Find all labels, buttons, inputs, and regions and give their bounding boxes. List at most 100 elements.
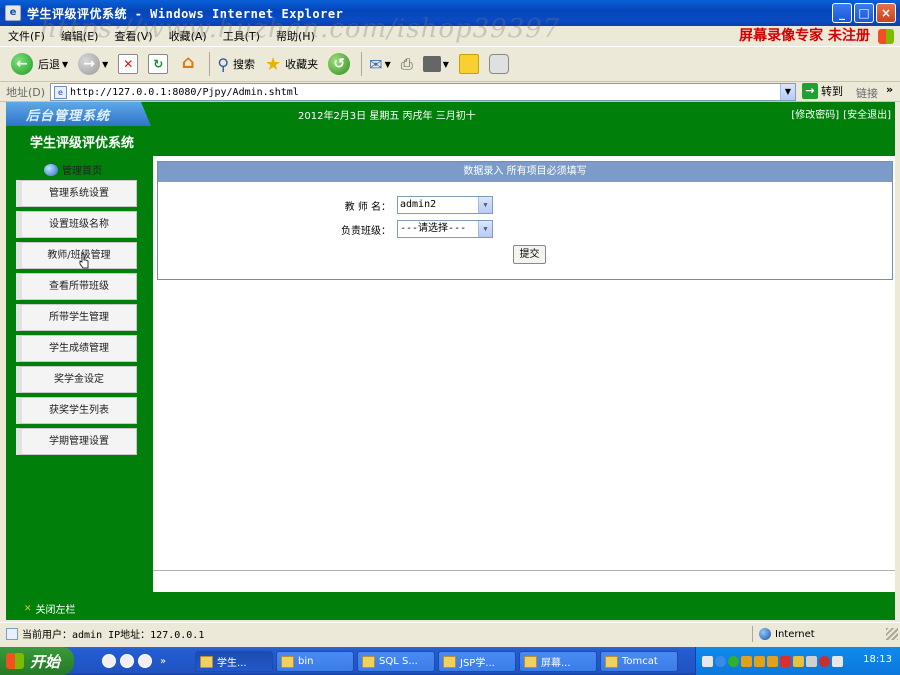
page-icon: e	[54, 85, 67, 99]
sidebar-item-class-names[interactable]: 设置班级名称	[16, 211, 137, 238]
security-tray-icon[interactable]	[819, 655, 830, 667]
back-button[interactable]: ← 后退 ▼	[8, 50, 71, 78]
class-row: 负责班级： ---请选择--- ▼	[331, 220, 493, 238]
menu-file[interactable]: 文件(F)	[0, 27, 53, 46]
qq-icon[interactable]	[767, 655, 778, 667]
history-icon: ↺	[328, 53, 351, 75]
hand-cursor-icon	[79, 253, 89, 269]
edit-icon	[422, 56, 441, 72]
links-button[interactable]: 链接	[856, 85, 878, 101]
chevron-down-icon[interactable]: ▼	[780, 84, 795, 100]
maximize-button[interactable]: □	[854, 3, 874, 23]
sidebar-home-link[interactable]: 管理首页	[44, 162, 102, 177]
window-title: 学生评级评优系统 - Windows Internet Explorer	[27, 6, 344, 21]
clock: 18:13	[863, 654, 892, 665]
resize-grip-icon[interactable]	[886, 628, 898, 640]
forward-button[interactable]: → ▼	[75, 50, 111, 78]
refresh-icon: ↻	[148, 54, 169, 74]
menu-help[interactable]: 帮助(H)	[268, 27, 323, 46]
task-button-sql[interactable]: SQL S...	[357, 651, 435, 672]
address-bar: 地址(D) e http://127.0.0.1:8080/Pjpy/Admin…	[0, 82, 900, 102]
qq-icon[interactable]	[741, 655, 752, 667]
sidebar-item-semester[interactable]: 学期管理设置	[16, 428, 137, 455]
task-button-bin[interactable]: bin	[276, 651, 354, 672]
windows-flag-icon	[878, 29, 894, 44]
start-button[interactable]: 开始	[0, 647, 74, 675]
menu-edit[interactable]: 编辑(E)	[53, 27, 107, 46]
home-icon	[44, 163, 58, 176]
window-titlebar: e 学生评级评优系统 - Windows Internet Explorer _…	[0, 0, 900, 26]
sidebar-item-teacher-class[interactable]: 教师/班级管理	[16, 242, 137, 269]
sidebar-item-grades[interactable]: 学生成绩管理	[16, 335, 137, 362]
chevron-down-icon: ▼	[478, 221, 492, 237]
edit-button[interactable]: ▼	[420, 50, 452, 78]
red-tray-icon[interactable]	[780, 655, 791, 667]
quick-launch-icon[interactable]	[138, 654, 152, 668]
sidebar-item-system-settings[interactable]: 管理系统设置	[16, 180, 137, 207]
teacher-select[interactable]: admin2 ▼	[397, 196, 493, 214]
sidebar-item-students[interactable]: 所带学生管理	[16, 304, 137, 331]
note-icon	[458, 54, 479, 74]
task-button-jsp[interactable]: JSP学...	[438, 651, 516, 672]
task-button-ie[interactable]: 学生...	[195, 651, 273, 672]
toolbar-separator	[209, 52, 211, 76]
home-button[interactable]: ⌂	[175, 50, 201, 78]
keyboard-icon[interactable]	[702, 655, 713, 667]
date-text: 2012年2月3日 星期五 丙戌年 三月初十	[298, 111, 476, 122]
folder-icon	[281, 655, 294, 668]
network-icon[interactable]	[715, 655, 726, 667]
teacher-select-value: admin2	[400, 199, 437, 210]
status-bar: 当前用户：admin IP地址：127.0.0.1 Internet	[0, 622, 900, 644]
messenger-button[interactable]	[486, 50, 512, 78]
printer-icon: ⎙	[400, 55, 413, 73]
class-label: 负责班级：	[341, 225, 391, 237]
back-arrow-icon: ←	[11, 53, 33, 75]
globe-icon	[759, 628, 771, 640]
system-title: 学生评级评优系统	[30, 136, 135, 151]
task-button-recorder[interactable]: 屏幕...	[519, 651, 597, 672]
qq-icon[interactable]	[754, 655, 765, 667]
sidebar-item-scholarship[interactable]: 奖学金设定	[16, 366, 137, 393]
task-label: Tomcat	[622, 656, 658, 667]
task-label: 屏幕...	[541, 658, 571, 669]
tray-app-icon[interactable]	[793, 655, 804, 667]
links-more-button[interactable]: »	[886, 83, 893, 96]
tray-app-icon[interactable]	[806, 655, 817, 667]
quick-launch-icon[interactable]	[120, 654, 134, 668]
quick-launch-icon[interactable]	[102, 654, 116, 668]
folder-icon	[524, 655, 537, 668]
refresh-button[interactable]: ↻	[145, 50, 171, 78]
logout-link[interactable]: [安全退出]	[843, 106, 891, 121]
change-password-link[interactable]: [修改密码]	[791, 106, 839, 121]
sidebar-item-view-classes[interactable]: 查看所带班级	[16, 273, 137, 300]
submit-button[interactable]: 提交	[513, 245, 546, 264]
menu-tools[interactable]: 工具(T)	[215, 27, 268, 46]
mail-button[interactable]: ✉ ▼	[366, 50, 394, 78]
history-button[interactable]: ↺	[325, 50, 353, 78]
close-sidebar-link[interactable]: ✕ 关闭左栏	[24, 601, 76, 617]
quick-launch: »	[102, 654, 166, 668]
menu-favorites[interactable]: 收藏(A)	[161, 27, 215, 46]
sidebar-item-award-list[interactable]: 获奖学生列表	[16, 397, 137, 424]
go-button[interactable]: → 转到	[802, 83, 843, 99]
class-select[interactable]: ---请选择--- ▼	[397, 220, 493, 238]
stop-button[interactable]: ✕	[115, 50, 141, 78]
task-button-tomcat[interactable]: Tomcat	[600, 651, 678, 672]
notes-button[interactable]	[456, 50, 482, 78]
minimize-button[interactable]: _	[832, 3, 852, 23]
menu-view[interactable]: 查看(V)	[106, 27, 160, 46]
teacher-row: 教 师 名： admin2 ▼	[331, 196, 493, 214]
green-tray-icon[interactable]	[728, 655, 739, 667]
close-button[interactable]: ×	[876, 3, 896, 23]
quick-launch-more-icon[interactable]: »	[160, 656, 166, 667]
toolbar-separator	[361, 52, 363, 76]
volume-icon[interactable]	[832, 655, 843, 667]
print-button[interactable]: ⎙	[398, 50, 416, 78]
chevron-down-icon: ▼	[102, 59, 109, 69]
address-input[interactable]: e http://127.0.0.1:8080/Pjpy/Admin.shtml…	[50, 83, 796, 101]
main-content: 数据录入 所有项目必须填写 教 师 名： admin2 ▼ 负责班级： ---请…	[149, 156, 895, 592]
favorites-button[interactable]: ★ 收藏夹	[262, 50, 321, 78]
content-divider	[153, 570, 895, 571]
search-button[interactable]: ⚲ 搜索	[214, 50, 258, 78]
search-label: 搜索	[233, 58, 256, 71]
